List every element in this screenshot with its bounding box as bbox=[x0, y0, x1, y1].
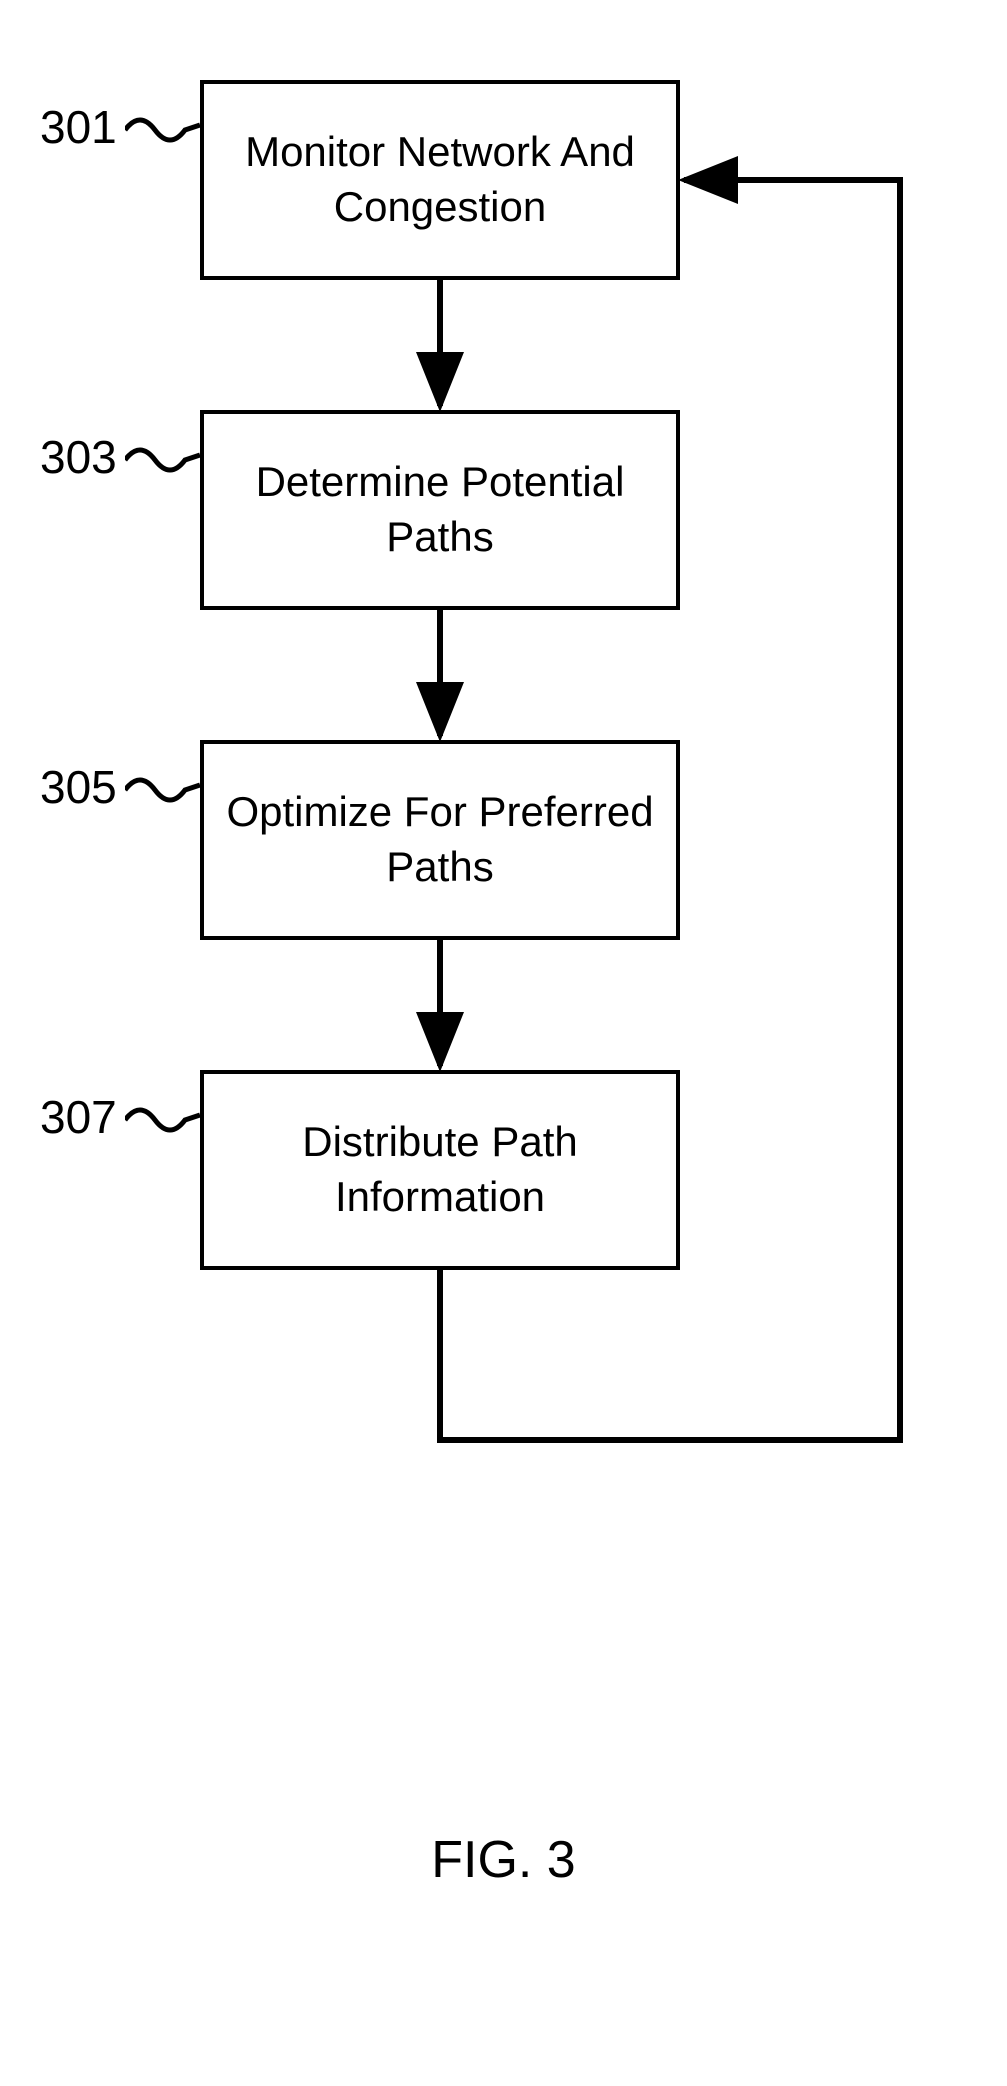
figure-caption: FIG. 3 bbox=[0, 1830, 1007, 1890]
squiggle-icon bbox=[125, 770, 205, 810]
step-label-307: 307 bbox=[40, 1090, 117, 1144]
squiggle-icon bbox=[125, 1100, 205, 1140]
flowchart-connectors bbox=[0, 0, 1007, 2086]
squiggle-icon bbox=[125, 440, 205, 480]
step-label-305: 305 bbox=[40, 760, 117, 814]
step-box-301: Monitor Network And Congestion bbox=[200, 80, 680, 280]
step-text: Monitor Network And Congestion bbox=[224, 125, 656, 234]
step-label-301: 301 bbox=[40, 100, 117, 154]
step-text: Optimize For Preferred Paths bbox=[224, 785, 656, 894]
step-label-303: 303 bbox=[40, 430, 117, 484]
step-text: Determine Potential Paths bbox=[224, 455, 656, 564]
step-box-305: Optimize For Preferred Paths bbox=[200, 740, 680, 940]
step-text: Distribute Path Information bbox=[224, 1115, 656, 1224]
step-box-303: Determine Potential Paths bbox=[200, 410, 680, 610]
step-box-307: Distribute Path Information bbox=[200, 1070, 680, 1270]
squiggle-icon bbox=[125, 110, 205, 150]
